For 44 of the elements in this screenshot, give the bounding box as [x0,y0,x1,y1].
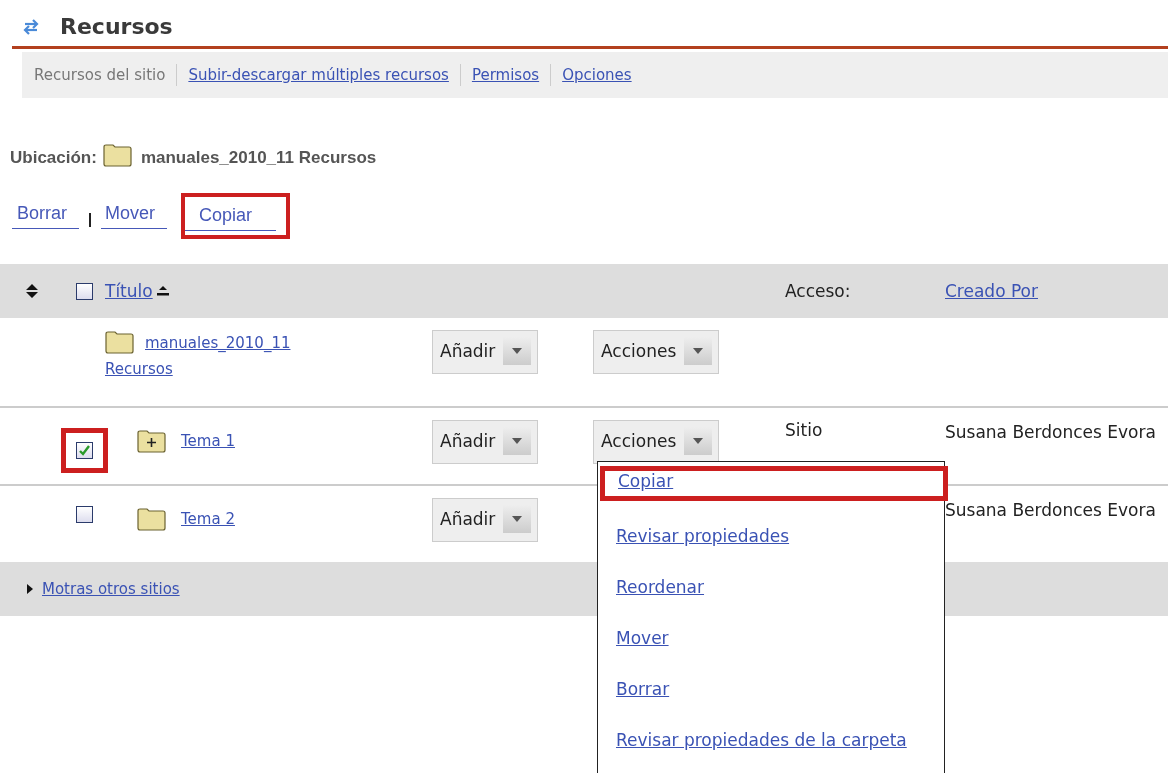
checkbox[interactable] [76,282,93,300]
menu-item[interactable]: Reordenar [598,577,944,597]
action-link[interactable]: Mover [101,203,168,229]
page-title: Recursos [60,13,173,41]
title-link[interactable]: Tema 2 [181,506,235,532]
dropdown-button[interactable]: Añadir [432,420,539,464]
location-label: Ubicación: [10,148,97,168]
creator-text: Susana Berdonces Evora [945,422,1157,442]
column-header-link[interactable]: Creado Por [945,281,1038,301]
sort-ascending-icon [156,286,169,296]
creator-text: Susana Berdonces Evora [945,500,1157,520]
dropdown-button[interactable]: Acciones [593,330,720,374]
caret-icon [512,438,523,444]
title-link[interactable]: Tema 1 [181,428,235,454]
title-link[interactable]: manuales_2010_11 Recursos [105,330,355,382]
dropdown-button[interactable]: Acciones [593,420,720,464]
caret-icon [693,438,704,444]
caret-icon [693,348,704,354]
toolbar-link[interactable]: Recursos del sitio [34,64,177,86]
footer-link[interactable]: Motras otros sitios [42,580,184,598]
menu-item[interactable]: Borrar [598,679,944,699]
folder-icon [105,330,135,355]
action-link[interactable]: Borrar [12,203,79,229]
checkbox[interactable] [76,506,93,523]
action-link[interactable]: Copiar [185,205,277,231]
checkbox[interactable] [76,442,93,459]
caret-icon [512,516,523,522]
sort-icon [26,284,38,298]
menu-item[interactable]: Mover [598,628,944,648]
column-header: Acceso: [785,281,851,301]
folder-icon [102,142,133,168]
refresh-icon [22,17,40,37]
column-header-link[interactable]: Título [105,281,153,301]
toolbar-link[interactable]: Permisos [459,64,551,86]
caret-icon [512,348,523,354]
toolbar-link[interactable]: Opciones [550,64,643,86]
menu-item[interactable]: Revisar propiedades [598,526,944,546]
menu-item[interactable]: Revisar propiedades de la carpeta [598,730,944,750]
dropdown-button[interactable]: Añadir [432,498,539,542]
toolbar-link[interactable]: Subir-descargar múltiples recursos [176,64,460,86]
menu-item[interactable]: Copiar [600,466,948,501]
access-text: Sitio [785,420,824,440]
location-path: manuales_2010_11 Recursos [140,148,377,168]
dropdown-button[interactable]: Añadir [432,330,539,374]
